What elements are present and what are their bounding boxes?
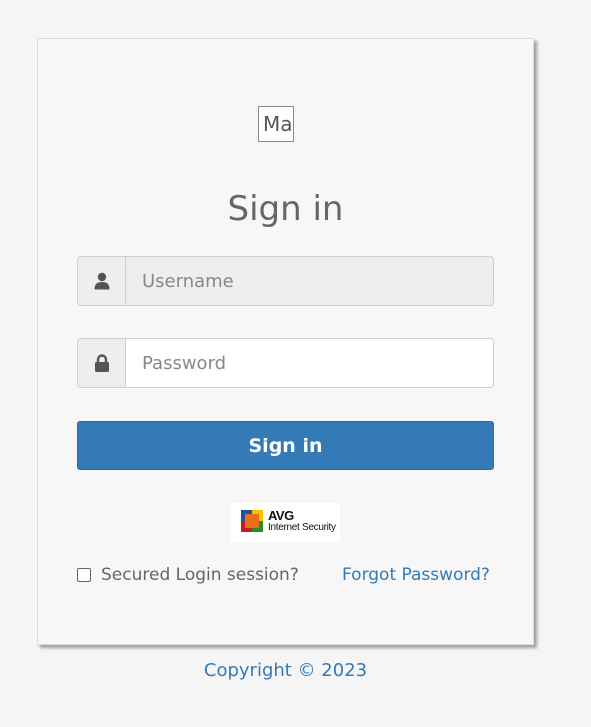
copyright-link[interactable]: Copyright © 2023 — [0, 660, 571, 681]
logo-image: Ma — [258, 106, 294, 142]
avg-flag-icon — [241, 510, 263, 532]
login-card: Ma Sign in Sign in AVG — [37, 38, 534, 645]
forgot-password-link[interactable]: Forgot Password? — [342, 565, 490, 585]
secured-login-option[interactable]: Secured Login session? — [77, 565, 299, 585]
avg-brand-text: AVG — [268, 508, 294, 523]
secured-login-checkbox[interactable] — [77, 568, 91, 582]
user-icon — [77, 256, 125, 306]
password-input[interactable] — [125, 338, 494, 388]
username-input[interactable] — [125, 256, 494, 306]
lock-icon — [77, 338, 125, 388]
secured-login-label: Secured Login session? — [101, 565, 299, 585]
avg-product-text: Internet Security — [268, 522, 336, 533]
page-title: Sign in — [227, 189, 344, 229]
username-field-group — [77, 256, 494, 306]
avg-security-badge: AVG Internet Security — [231, 503, 340, 542]
sign-in-button[interactable]: Sign in — [77, 421, 494, 470]
password-field-group — [77, 338, 494, 388]
